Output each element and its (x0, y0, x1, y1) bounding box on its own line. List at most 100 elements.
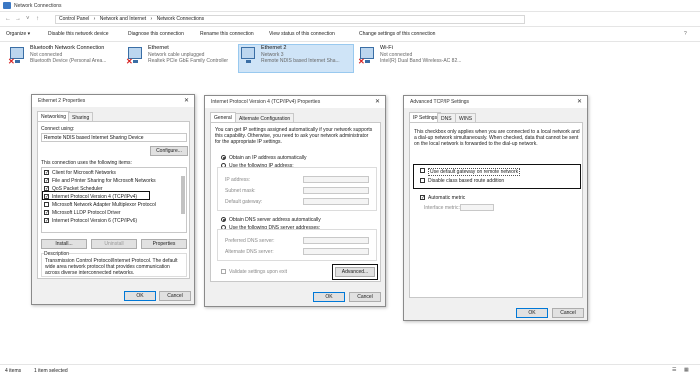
help-icon[interactable]: ? (684, 31, 687, 37)
uninstall-button[interactable]: Uninstall (91, 239, 137, 249)
obtain-ip-label[interactable]: Obtain an IP address automatically (229, 155, 306, 161)
tab-networking[interactable]: Networking (37, 111, 71, 121)
disable-device-button[interactable]: Disable this network device (48, 31, 109, 37)
install-button[interactable]: Install... (41, 239, 87, 249)
auto-metric-checkbox[interactable]: ✓ (420, 195, 425, 201)
adapter-name: Remote NDIS based Internet Sharing Devic… (44, 135, 144, 141)
ethernet-properties-dialog: Ethernet 2 Properties ✕ Networking Shari… (31, 94, 195, 305)
breadcrumb-control-panel[interactable]: Control Panel (59, 16, 89, 22)
tab-wins[interactable]: WINS (455, 113, 477, 122)
use-gateway-label[interactable]: Use default gateway on remote network (428, 168, 521, 176)
command-bar: Organize ▾ Disable this network device D… (0, 27, 700, 42)
connection-item-selected[interactable]: Ethernet 2 Network 3 Remote NDIS based I… (238, 44, 354, 73)
connection-item[interactable]: ✕ Bluetooth Network Connection Not conne… (8, 45, 122, 73)
back-icon[interactable]: ← (5, 16, 11, 22)
item-count: 4 items (5, 368, 22, 374)
tab-alternate-configuration[interactable]: Alternate Configuration (235, 113, 295, 122)
disable-class-label[interactable]: Disable class based route addition (428, 178, 504, 184)
list-item[interactable]: Microsoft LLDP Protocol Driver (52, 210, 121, 216)
close-icon[interactable]: ✕ (375, 98, 380, 105)
alternate-dns-field[interactable] (303, 248, 369, 255)
tab-dns[interactable]: DNS (437, 113, 456, 122)
validate-checkbox[interactable] (221, 269, 226, 274)
auto-metric-label[interactable]: Automatic metric (428, 195, 465, 201)
breadcrumb-network-internet[interactable]: Network and Internet (100, 16, 146, 22)
preferred-dns-label: Preferred DNS server: (225, 238, 275, 244)
list-item[interactable]: Client for Microsoft Networks (52, 170, 116, 176)
item-checkbox[interactable] (44, 202, 49, 207)
info-text: This checkbox only applies when you are … (414, 129, 580, 147)
interface-metric-field[interactable] (460, 204, 494, 211)
details-view-icon[interactable]: ☰ (672, 367, 676, 373)
breadcrumb-network-connections[interactable]: Network Connections (157, 16, 205, 22)
subnet-mask-field[interactable] (303, 187, 369, 194)
disable-class-checkbox[interactable] (420, 178, 425, 183)
network-icon (3, 2, 11, 9)
ok-button[interactable]: OK (516, 308, 548, 318)
tab-general[interactable]: General (210, 112, 236, 122)
breadcrumb[interactable]: Control Panel › Network and Internet › N… (55, 15, 525, 24)
validate-label[interactable]: Validate settings upon exit (229, 269, 287, 275)
ip-address-label: IP address: (225, 177, 251, 183)
dns-group (217, 229, 377, 261)
diagnose-button[interactable]: Diagnose this connection (128, 31, 184, 37)
ipv4-properties-dialog: Internet Protocol Version 4 (TCP/IPv4) P… (204, 95, 386, 307)
list-item[interactable]: File and Printer Sharing for Microsoft N… (52, 178, 156, 184)
list-item[interactable]: Internet Protocol Version 6 (TCP/IPv6) (52, 218, 137, 224)
default-gateway-field[interactable] (303, 198, 369, 205)
default-gateway-label: Default gateway: (225, 199, 263, 205)
highlight-box (332, 264, 378, 280)
change-settings-button[interactable]: Change settings of this connection (359, 31, 435, 37)
dialog-title-bar: Ethernet 2 Properties ✕ (32, 95, 194, 107)
connection-device: Bluetooth Device (Personal Area... (30, 58, 107, 64)
selected-count: 1 item selected (34, 368, 68, 374)
list-scrollbar[interactable] (181, 176, 185, 214)
dialog-title: Internet Protocol Version 4 (TCP/IPv4) P… (211, 99, 321, 105)
cancel-button[interactable]: Cancel (349, 292, 381, 302)
connect-using-label: Connect using: (41, 126, 75, 132)
dialog-title-bar: Internet Protocol Version 4 (TCP/IPv4) P… (205, 96, 385, 108)
forward-icon[interactable]: → (15, 16, 21, 22)
view-status-button[interactable]: View status of this connection (269, 31, 335, 37)
networking-panel: Connect using: Remote NDIS based Interne… (37, 121, 190, 279)
ok-button[interactable]: OK (313, 292, 345, 302)
obtain-dns-radio[interactable] (221, 217, 226, 222)
up-icon[interactable]: ↑ (36, 16, 39, 22)
network-adapter-icon (241, 47, 255, 63)
close-icon[interactable]: ✕ (184, 97, 189, 104)
close-icon[interactable]: ✕ (577, 98, 582, 105)
items-list: ✓ Client for Microsoft Networks ✓ File a… (41, 167, 187, 233)
obtain-ip-radio[interactable] (221, 155, 226, 160)
cancel-button[interactable]: Cancel (552, 308, 584, 318)
item-checkbox[interactable]: ✓ (44, 170, 49, 176)
properties-button[interactable]: Properties (141, 239, 187, 249)
organize-menu[interactable]: Organize ▾ (6, 31, 30, 37)
item-checkbox[interactable]: ✓ (44, 210, 49, 216)
use-gateway-checkbox[interactable] (420, 168, 425, 173)
interface-metric-label: Interface metric: (424, 205, 460, 211)
tab-sharing[interactable]: Sharing (68, 112, 94, 121)
connection-name: Wi-Fi (380, 45, 393, 51)
description-text: Transmission Control Protocol/Internet P… (45, 258, 178, 276)
item-checkbox[interactable]: ✓ (44, 218, 49, 224)
description-group: Description Transmission Control Protoco… (41, 251, 187, 277)
cancel-button[interactable]: Cancel (159, 291, 191, 301)
connection-item[interactable]: ✕ Ethernet Network cable unplugged Realt… (126, 45, 238, 73)
ok-button[interactable]: OK (124, 291, 156, 301)
adapter-field: Remote NDIS based Internet Sharing Devic… (41, 133, 187, 142)
rename-button[interactable]: Rename this connection (200, 31, 254, 37)
tiles-view-icon[interactable]: ▦ (684, 367, 689, 373)
highlight-box (42, 191, 150, 200)
disconnected-icon: ✕ (8, 57, 15, 66)
obtain-dns-label[interactable]: Obtain DNS server address automatically (229, 217, 321, 223)
configure-button[interactable]: Configure... (150, 146, 188, 156)
item-checkbox[interactable]: ✓ (44, 178, 49, 184)
recent-chevron-icon[interactable]: ˅ (26, 16, 30, 22)
preferred-dns-field[interactable] (303, 237, 369, 244)
alternate-dns-label: Alternate DNS server: (225, 249, 274, 255)
list-item[interactable]: Microsoft Network Adapter Multiplexor Pr… (52, 202, 156, 208)
window-title-bar: Network Connections (0, 0, 700, 12)
ip-address-field[interactable] (303, 176, 369, 183)
connection-item[interactable]: ✕ Wi-Fi Not connected Intel(R) Dual Band… (358, 45, 472, 73)
dialog-title: Advanced TCP/IP Settings (410, 99, 470, 105)
